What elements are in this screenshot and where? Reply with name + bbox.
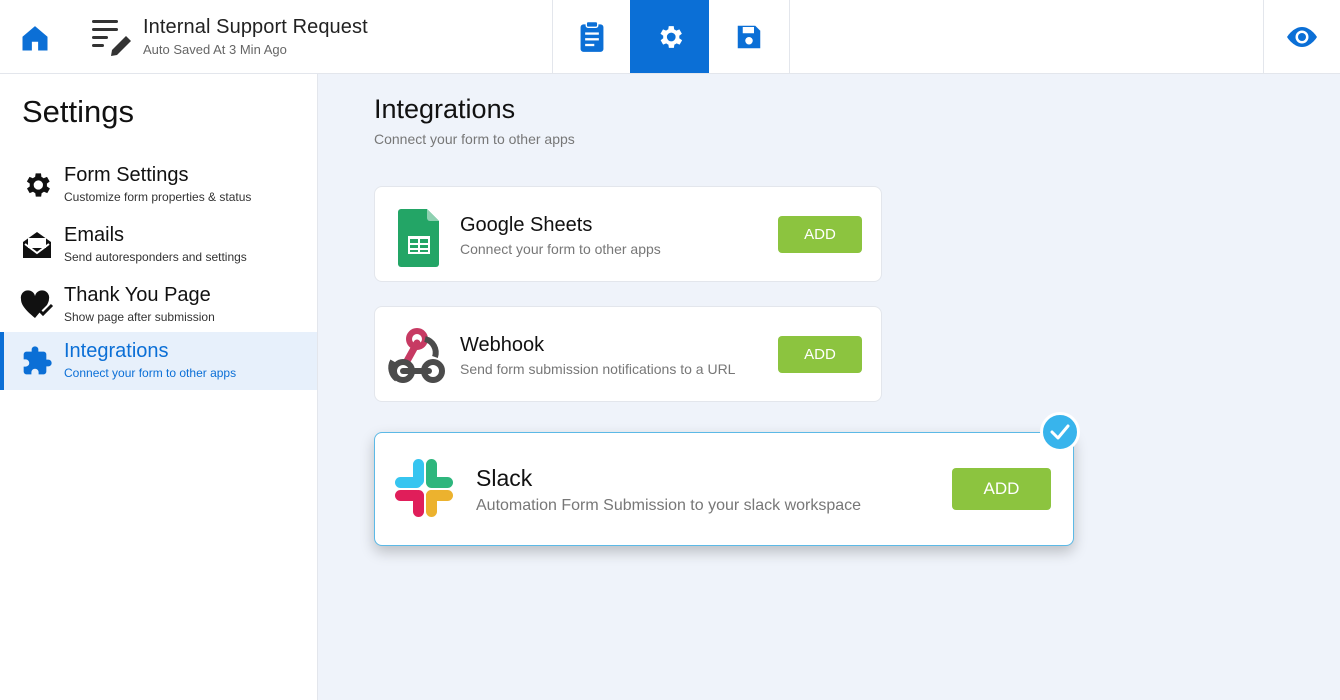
integration-desc: Send form submission notifications to a … — [460, 361, 736, 377]
form-title-block: Internal Support Request Auto Saved At 3… — [143, 16, 368, 57]
autosave-status: Auto Saved At 3 Min Ago — [143, 42, 287, 57]
sidebar-item-emails[interactable]: Emails Send autoresponders and settings — [0, 216, 317, 274]
sidebar-item-label: Thank You Page — [64, 284, 211, 306]
form-title: Internal Support Request — [143, 16, 368, 38]
integration-card-webhook: Webhook Send form submission notificatio… — [374, 306, 882, 402]
gear-icon — [20, 168, 54, 202]
puzzle-icon — [20, 344, 54, 378]
integration-desc: Automation Form Submission to your slack… — [476, 497, 862, 514]
integration-card-google-sheets: Google Sheets Connect your form to other… — [374, 186, 882, 282]
integration-card-slack: Slack Automation Form Submission to your… — [374, 432, 1074, 546]
sidebar-item-label: Integrations — [64, 340, 169, 362]
integration-name: Webhook — [460, 334, 545, 356]
add-webhook-button[interactable]: ADD — [778, 336, 862, 373]
eye-icon — [1287, 26, 1317, 47]
sidebar-item-desc: Send autoresponders and settings — [64, 250, 247, 264]
sidebar-item-desc: Show page after submission — [64, 310, 215, 324]
mail-icon — [20, 228, 54, 262]
sidebar-item-form-settings[interactable]: Form Settings Customize form properties … — [0, 156, 317, 214]
add-slack-button[interactable]: ADD — [952, 468, 1051, 510]
top-bar: Internal Support Request Auto Saved At 3… — [0, 0, 1340, 74]
integration-name: Slack — [476, 465, 533, 491]
check-icon — [1050, 424, 1070, 440]
slack-icon — [393, 457, 455, 519]
gear-icon — [660, 25, 682, 48]
sidebar-item-thank-you-page[interactable]: Thank You Page Show page after submissio… — [0, 276, 317, 334]
add-google-sheets-button[interactable]: ADD — [778, 216, 862, 253]
page-subtitle: Connect your form to other apps — [374, 131, 575, 147]
settings-sidebar: Settings Form Settings Customize form pr… — [0, 74, 318, 700]
sidebar-title: Settings — [22, 94, 135, 129]
heart-check-icon — [20, 288, 54, 322]
sidebar-item-integrations[interactable]: Integrations Connect your form to other … — [0, 332, 317, 390]
sidebar-item-desc: Connect your form to other apps — [64, 366, 237, 380]
integration-name: Google Sheets — [460, 214, 593, 236]
sidebar-item-desc: Customize form properties & status — [64, 190, 252, 204]
preview-button[interactable] — [1263, 0, 1340, 73]
integration-desc: Connect your form to other apps — [460, 241, 661, 257]
save-icon — [737, 25, 761, 48]
tab-save[interactable] — [709, 0, 789, 73]
home-button[interactable] — [14, 18, 56, 58]
sidebar-item-label: Form Settings — [64, 164, 189, 186]
form-edit-icon — [90, 16, 134, 58]
sidebar-item-label: Emails — [64, 224, 125, 246]
tab-settings[interactable] — [630, 0, 709, 73]
tab-form-fields[interactable] — [553, 0, 630, 73]
clipboard-icon — [580, 20, 603, 52]
selected-check-badge — [1040, 412, 1080, 452]
tab-divider — [789, 0, 790, 73]
google-sheets-icon — [397, 209, 441, 267]
home-icon — [22, 26, 48, 51]
page-title: Integrations — [374, 94, 516, 124]
webhook-icon — [385, 325, 449, 387]
